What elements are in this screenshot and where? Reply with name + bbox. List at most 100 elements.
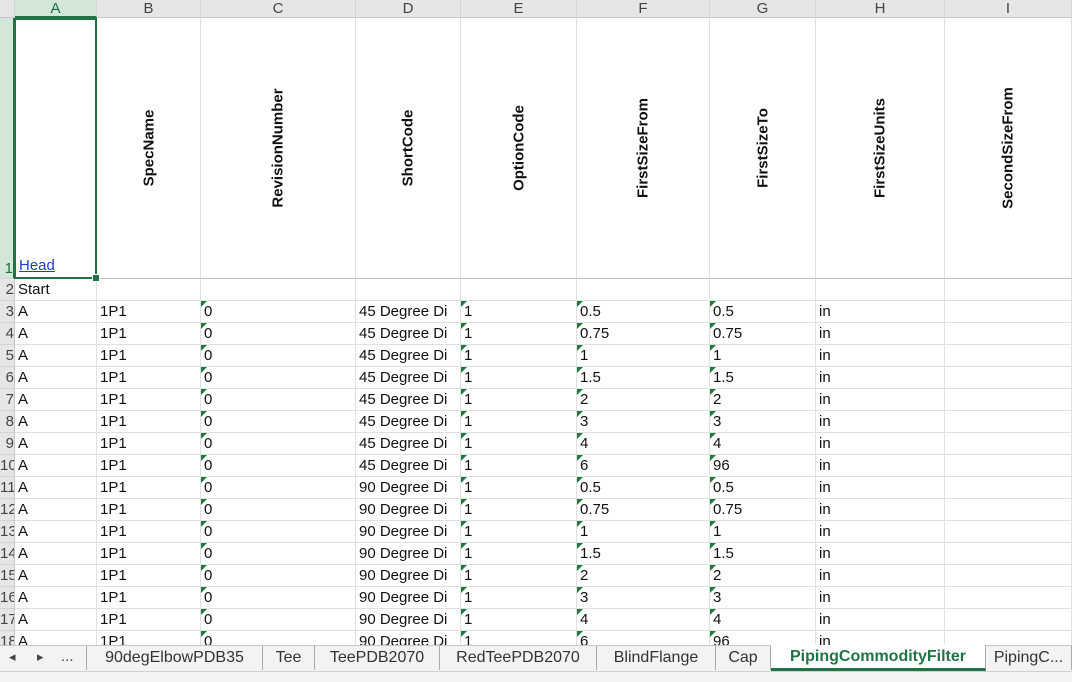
- table-cell[interactable]: 0.75: [710, 323, 816, 345]
- table-cell[interactable]: 1: [461, 587, 577, 609]
- table-cell[interactable]: 90 Degree Di: [356, 631, 461, 645]
- table-cell[interactable]: 0: [201, 411, 356, 433]
- column-header-g[interactable]: G: [710, 0, 816, 18]
- table-cell[interactable]: 1P1: [97, 433, 201, 455]
- row-header-6[interactable]: 6: [0, 367, 15, 389]
- table-cell[interactable]: 3: [710, 587, 816, 609]
- row-header-13[interactable]: 13: [0, 521, 15, 543]
- table-cell[interactable]: 1: [710, 521, 816, 543]
- table-cell[interactable]: A: [15, 477, 97, 499]
- table-cell[interactable]: in: [816, 609, 945, 631]
- table-cell[interactable]: [356, 279, 461, 301]
- table-cell[interactable]: 1: [461, 455, 577, 477]
- table-cell[interactable]: [945, 433, 1072, 455]
- table-cell[interactable]: 0.5: [577, 477, 710, 499]
- table-cell[interactable]: 1P1: [97, 631, 201, 645]
- table-cell[interactable]: 2: [577, 565, 710, 587]
- row-header-4[interactable]: 4: [0, 323, 15, 345]
- table-cell[interactable]: A: [15, 631, 97, 645]
- table-cell[interactable]: 1: [461, 323, 577, 345]
- table-cell[interactable]: 3: [577, 411, 710, 433]
- sheet-tab-pipingcommodityfilter[interactable]: PipingCommodityFilter: [771, 645, 986, 671]
- table-cell[interactable]: in: [816, 433, 945, 455]
- table-cell[interactable]: [945, 367, 1072, 389]
- table-cell[interactable]: 1P1: [97, 477, 201, 499]
- table-cell[interactable]: in: [816, 345, 945, 367]
- table-cell[interactable]: 0: [201, 301, 356, 323]
- table-cell[interactable]: 1.5: [710, 543, 816, 565]
- row-header-17[interactable]: 17: [0, 609, 15, 631]
- table-cell[interactable]: [816, 279, 945, 301]
- table-cell[interactable]: 1P1: [97, 565, 201, 587]
- table-cell[interactable]: 0: [201, 389, 356, 411]
- table-cell[interactable]: 1: [461, 389, 577, 411]
- table-cell[interactable]: [945, 631, 1072, 645]
- column-header-i[interactable]: I: [945, 0, 1072, 18]
- table-cell[interactable]: 1: [461, 543, 577, 565]
- table-cell[interactable]: in: [816, 499, 945, 521]
- table-cell[interactable]: 1: [577, 521, 710, 543]
- table-cell[interactable]: 6: [577, 631, 710, 645]
- table-cell[interactable]: 2: [710, 565, 816, 587]
- table-cell[interactable]: 0: [201, 499, 356, 521]
- tab-scroll-right-icon[interactable]: ▸: [37, 649, 44, 665]
- row-header-7[interactable]: 7: [0, 389, 15, 411]
- column-header-f[interactable]: F: [577, 0, 710, 18]
- head-link[interactable]: Head: [19, 255, 55, 276]
- table-cell[interactable]: 1P1: [97, 389, 201, 411]
- table-cell[interactable]: A: [15, 521, 97, 543]
- table-cell[interactable]: 1P1: [97, 345, 201, 367]
- table-cell[interactable]: 1P1: [97, 543, 201, 565]
- table-cell[interactable]: A: [15, 565, 97, 587]
- table-cell[interactable]: [945, 521, 1072, 543]
- table-cell[interactable]: [945, 455, 1072, 477]
- table-cell[interactable]: 3: [577, 587, 710, 609]
- table-cell[interactable]: 0: [201, 477, 356, 499]
- table-cell[interactable]: 0: [201, 367, 356, 389]
- column-header-h[interactable]: H: [816, 0, 945, 18]
- table-cell[interactable]: 45 Degree Di: [356, 455, 461, 477]
- table-cell[interactable]: A: [15, 323, 97, 345]
- table-cell[interactable]: in: [816, 367, 945, 389]
- table-cell[interactable]: 1: [461, 499, 577, 521]
- table-cell[interactable]: 45 Degree Di: [356, 301, 461, 323]
- row-header-18[interactable]: 18: [0, 631, 15, 645]
- table-cell[interactable]: 0: [201, 323, 356, 345]
- table-cell[interactable]: 0.5: [577, 301, 710, 323]
- table-cell[interactable]: 1: [461, 565, 577, 587]
- table-cell[interactable]: 1: [461, 301, 577, 323]
- table-cell[interactable]: 1P1: [97, 301, 201, 323]
- column-header-b[interactable]: B: [97, 0, 201, 18]
- table-cell[interactable]: [945, 565, 1072, 587]
- table-cell[interactable]: 45 Degree Di: [356, 345, 461, 367]
- table-cell[interactable]: 0: [201, 345, 356, 367]
- table-cell[interactable]: 1P1: [97, 323, 201, 345]
- table-cell[interactable]: 1P1: [97, 587, 201, 609]
- row-header-2[interactable]: 2: [0, 279, 15, 301]
- table-cell[interactable]: 4: [710, 609, 816, 631]
- table-cell[interactable]: in: [816, 411, 945, 433]
- column-header-a[interactable]: A: [15, 0, 97, 18]
- table-cell[interactable]: in: [816, 543, 945, 565]
- table-cell[interactable]: 2: [577, 389, 710, 411]
- table-cell[interactable]: 1: [461, 433, 577, 455]
- cell-a1[interactable]: Head: [15, 18, 97, 279]
- row-header-9[interactable]: 9: [0, 433, 15, 455]
- table-cell[interactable]: 90 Degree Di: [356, 543, 461, 565]
- table-cell[interactable]: 0.5: [710, 301, 816, 323]
- table-cell[interactable]: A: [15, 411, 97, 433]
- table-cell[interactable]: 0.75: [710, 499, 816, 521]
- table-cell[interactable]: 90 Degree Di: [356, 587, 461, 609]
- table-cell[interactable]: 1P1: [97, 521, 201, 543]
- table-cell[interactable]: 1: [461, 477, 577, 499]
- table-cell[interactable]: 90 Degree Di: [356, 521, 461, 543]
- table-cell[interactable]: in: [816, 301, 945, 323]
- row-header-15[interactable]: 15: [0, 565, 15, 587]
- table-cell[interactable]: 90 Degree Di: [356, 499, 461, 521]
- table-cell[interactable]: 3: [710, 411, 816, 433]
- table-cell[interactable]: [461, 279, 577, 301]
- table-cell[interactable]: 1: [461, 367, 577, 389]
- table-cell[interactable]: [97, 279, 201, 301]
- table-cell[interactable]: [945, 279, 1072, 301]
- sheet-tab-tee[interactable]: Tee: [263, 646, 315, 670]
